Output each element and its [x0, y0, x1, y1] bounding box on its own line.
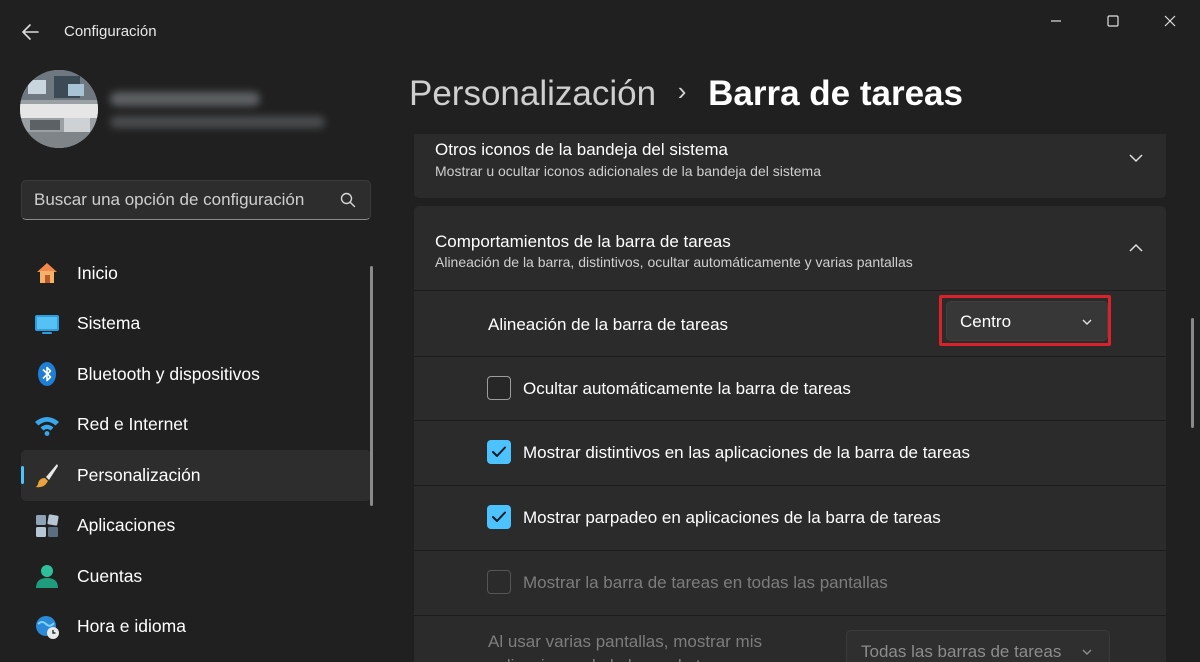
highlight-box	[939, 295, 1111, 346]
sidebar-item-aplicaciones[interactable]: Aplicaciones	[21, 501, 371, 552]
checkmark-icon	[492, 511, 506, 522]
sidebar-scrollbar[interactable]	[370, 266, 373, 506]
display-icon	[33, 310, 61, 338]
maximize-icon	[1107, 15, 1119, 27]
back-button[interactable]	[18, 20, 44, 44]
checkbox[interactable]	[487, 505, 511, 529]
sidebar-item-inicio[interactable]: Inicio	[21, 248, 371, 299]
option-row-all-displays: Mostrar la barra de tareas en todas las …	[414, 550, 1166, 615]
tray-icons-card[interactable]: Otros iconos de la bandeja del sistema M…	[414, 134, 1166, 198]
content-scrollbar[interactable]	[1191, 318, 1194, 428]
wifi-icon	[33, 411, 61, 439]
checkbox[interactable]	[487, 440, 511, 464]
person-icon	[33, 562, 61, 590]
page-title: Barra de tareas	[708, 74, 963, 113]
breadcrumb: Personalización › Barra de tareas	[409, 74, 963, 114]
option-label: Mostrar distintivos en las aplicaciones …	[523, 443, 970, 462]
option-row-autohide[interactable]: Ocultar automáticamente la barra de tare…	[414, 356, 1166, 420]
alignment-row: Alineación de la barra de tareas Centro	[414, 290, 1166, 356]
sidebar-item-label: Inicio	[77, 262, 118, 283]
multi-display-label: Al usar varias pantallas, mostrar mis ap…	[488, 630, 762, 662]
active-indicator	[21, 466, 24, 484]
close-icon	[1164, 15, 1176, 27]
tray-icons-title: Otros iconos de la bandeja del sistema	[435, 140, 728, 159]
multi-display-row: Al usar varias pantallas, mostrar mis ap…	[414, 615, 1166, 662]
behaviors-subtitle: Alineación de la barra, distintivos, ocu…	[435, 254, 913, 270]
sidebar-item-label: Red e Internet	[77, 414, 188, 435]
search-input[interactable]	[34, 181, 324, 219]
breadcrumb-separator: ›	[677, 76, 687, 107]
option-label: Mostrar la barra de tareas en todas las …	[523, 573, 888, 592]
app-title: Configuración	[64, 23, 157, 40]
option-row-flashing[interactable]: Mostrar parpadeo en aplicaciones de la b…	[414, 485, 1166, 550]
checkbox[interactable]	[487, 376, 511, 400]
chevron-down-icon[interactable]	[1128, 150, 1144, 166]
multi-display-value: Todas las barras de tareas	[861, 642, 1062, 661]
brush-icon	[33, 461, 61, 489]
globe-clock-icon	[33, 613, 61, 641]
alignment-label: Alineación de la barra de tareas	[488, 315, 729, 334]
avatar-photo	[20, 70, 98, 148]
sidebar-item-red[interactable]: Red e Internet	[21, 400, 371, 451]
chevron-up-icon[interactable]	[1128, 240, 1144, 256]
tray-icons-subtitle: Mostrar u ocultar iconos adicionales de …	[435, 163, 821, 179]
taskbar-behaviors-card[interactable]: Comportamientos de la barra de tareas Al…	[414, 206, 1166, 290]
user-email-redacted	[110, 116, 325, 128]
multi-display-label-line2: aplicaciones de la barra de tareas	[488, 654, 762, 662]
sidebar-item-label: Personalización	[77, 464, 201, 485]
maximize-button[interactable]	[1093, 10, 1133, 32]
multi-display-label-line1: Al usar varias pantallas, mostrar mis	[488, 632, 762, 651]
sidebar-item-label: Cuentas	[77, 565, 143, 586]
sidebar-nav: Inicio Sistema Bluetooth y dispositivos	[21, 248, 371, 652]
sidebar-item-personalizacion[interactable]: Personalización	[21, 450, 371, 501]
minimize-icon	[1051, 20, 1061, 22]
search-icon[interactable]	[340, 192, 356, 208]
option-row-badges[interactable]: Mostrar distintivos en las aplicaciones …	[414, 420, 1166, 485]
close-button[interactable]	[1150, 10, 1190, 32]
sidebar-item-cuentas[interactable]: Cuentas	[21, 551, 371, 602]
option-label: Mostrar parpadeo en aplicaciones de la b…	[523, 508, 941, 527]
checkbox	[487, 570, 511, 594]
user-name-redacted	[110, 92, 260, 106]
sidebar-item-label: Hora e idioma	[77, 616, 186, 637]
avatar[interactable]	[20, 70, 98, 148]
sidebar-item-label: Aplicaciones	[77, 515, 176, 536]
title-bar: Configuración	[0, 0, 1200, 62]
arrow-left-icon	[22, 24, 39, 40]
sidebar-item-sistema[interactable]: Sistema	[21, 299, 371, 350]
bluetooth-icon	[33, 360, 61, 388]
checkmark-icon	[492, 446, 506, 457]
breadcrumb-parent[interactable]: Personalización	[409, 74, 656, 113]
sidebar-item-hora[interactable]: Hora e idioma	[21, 602, 371, 653]
settings-content: Otros iconos de la bandeja del sistema M…	[414, 134, 1166, 662]
sidebar-item-label: Sistema	[77, 313, 141, 334]
behaviors-title: Comportamientos de la barra de tareas	[435, 232, 731, 251]
chevron-down-icon	[1082, 649, 1092, 655]
home-icon	[33, 259, 61, 287]
option-label: Ocultar automáticamente la barra de tare…	[523, 379, 851, 398]
search-box	[21, 180, 371, 220]
apps-icon	[33, 512, 61, 540]
sidebar-item-bluetooth[interactable]: Bluetooth y dispositivos	[21, 349, 371, 400]
sidebar-item-label: Bluetooth y dispositivos	[77, 363, 260, 384]
minimize-button[interactable]	[1036, 10, 1076, 32]
multi-display-dropdown: Todas las barras de tareas	[846, 630, 1110, 662]
